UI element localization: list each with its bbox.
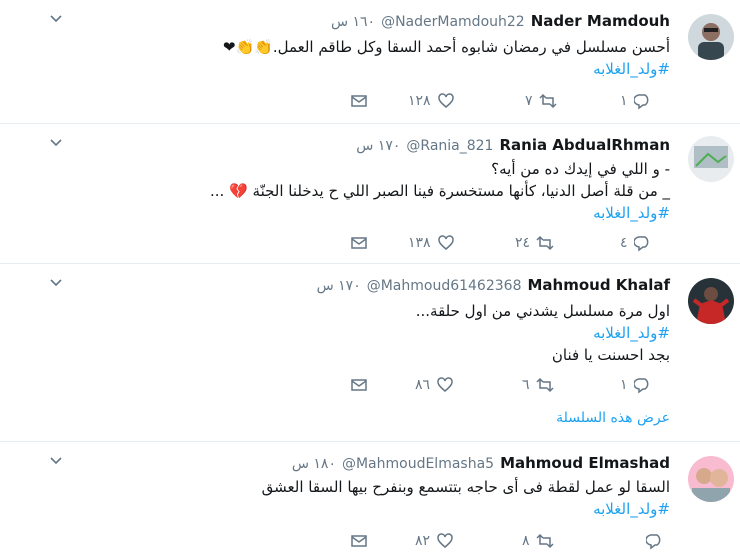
tweet-handle[interactable]: @Rania_821 [406,138,493,154]
tweet-time[interactable]: ١٧٠ س [356,138,400,154]
message-button[interactable] [350,376,368,394]
envelope-icon [351,237,367,249]
retweet-button[interactable]: ٧ [525,92,557,110]
tweet-header: ١٨٠ س @MahmoudElmasha5 Mahmoud Elmashad [292,454,670,472]
avatar[interactable] [688,14,734,60]
reply-button[interactable]: ٤ [620,234,652,252]
reply-button[interactable]: ١ [620,92,652,110]
message-button[interactable] [350,532,368,550]
retweet-icon [539,93,557,109]
tweet-author[interactable]: Mahmoud Elmashad [500,454,670,472]
tweet[interactable]: ١٧٠ س @Rania_821 Rania AbdualRhman - و ا… [0,124,740,264]
tweet-line: أحسن مسلسل في رمضان شابوه أحمد السقا وكل… [272,38,670,56]
tweet-text: - و اللي في إيدك ده من أيه؟ _ من قلة أصل… [110,158,670,224]
chevron-down-icon[interactable] [48,10,64,26]
tweet-actions: ١ ٦ ٨٦ [340,376,680,396]
tweet-actions: ١ ٧ ١٢٨ [340,92,680,112]
retweet-button[interactable]: ٢٤ [515,234,554,252]
tweet[interactable]: ١٦٠ س @NaderMamdouh22 Nader Mamdouh أحسن… [0,0,740,124]
hashtag-link[interactable]: #ولد_الغلابه [110,322,670,344]
reply-icon [646,534,661,550]
reply-button[interactable]: ١ [620,376,652,394]
reply-count: ١ [620,93,628,109]
tweet-text: اول مرة مسلسل يشدني من اول حلقة... #ولد_… [110,300,670,366]
tweet-author[interactable]: Mahmoud Khalaf [527,276,670,294]
chevron-down-icon[interactable] [48,134,64,150]
tweet-time[interactable]: ١٧٠ س [317,278,361,294]
avatar[interactable] [688,278,734,324]
retweet-icon [536,533,554,549]
broken-heart-icon: 💔 ... [210,182,248,200]
hashtag-link[interactable]: #ولد_الغلابه [110,58,670,80]
chevron-down-icon[interactable] [48,274,64,290]
tweet-handle[interactable]: @MahmoudElmasha5 [342,456,494,472]
reply-icon [633,378,648,394]
retweet-count: ٨ [522,533,530,549]
heart-icon [437,235,454,250]
tweet-handle[interactable]: @Mahmoud61462368 [367,278,522,294]
tweet-header: ١٦٠ س @NaderMamdouh22 Nader Mamdouh [331,12,670,30]
tweet-time[interactable]: ١٦٠ س [331,14,375,30]
retweet-button[interactable]: ٦ [522,376,554,394]
tweet-author[interactable]: Nader Mamdouh [531,12,670,30]
heart-icon [437,533,453,548]
tweet-time[interactable]: ١٨٠ س [292,456,336,472]
envelope-icon [351,379,367,391]
envelope-icon [351,535,367,547]
avatar[interactable] [688,456,734,502]
tweet-header: ١٧٠ س @Rania_821 Rania AbdualRhman [356,136,670,154]
retweet-count: ٢٤ [515,235,531,251]
like-button[interactable]: ١٣٨ [408,234,455,252]
tweet-header: ١٧٠ س @Mahmoud61462368 Mahmoud Khalaf [317,276,670,294]
like-count: ١٢٨ [408,93,431,109]
like-count: ٨٦ [415,377,431,393]
tweet-line: السقا لو عمل لقطة فى أى حاجه بتتسمع وبنف… [261,478,670,496]
heart-icon [437,377,453,392]
tweet-text: أحسن مسلسل في رمضان شابوه أحمد السقا وكل… [110,36,670,80]
reply-icon [633,236,648,252]
like-button[interactable]: ١٢٨ [408,92,455,110]
hashtag-link[interactable]: #ولد_الغلابه [110,202,670,224]
like-count: ١٣٨ [408,235,431,251]
like-count: ٨٢ [415,533,431,549]
tweet[interactable]: ١٨٠ س @MahmoudElmasha5 Mahmoud Elmashad … [0,442,740,555]
message-button[interactable] [350,234,368,252]
tweet-line: - و اللي في إيدك ده من أيه؟ [491,160,670,178]
tweet-author[interactable]: Rania AbdualRhman [499,136,670,154]
heart-icon [437,93,454,108]
tweet-handle[interactable]: @NaderMamdouh22 [381,14,525,30]
envelope-icon [351,95,367,107]
chevron-down-icon[interactable] [48,452,64,468]
show-thread-link[interactable]: عرض هذه السلسلة [556,410,670,426]
like-button[interactable]: ٨٢ [415,532,454,550]
tweet-actions: ٨ ٨٢ [340,532,680,552]
retweet-count: ٦ [522,377,530,393]
tweet-actions: ٤ ٢٤ ١٣٨ [340,234,680,254]
tweet-line: بجد احسنت يا فنان [551,346,670,364]
tweet-text: السقا لو عمل لقطة فى أى حاجه بتتسمع وبنف… [110,476,670,520]
timeline-feed: ١٦٠ س @NaderMamdouh22 Nader Mamdouh أحسن… [0,0,740,555]
emoji-icon: 👏👏❤ [222,38,273,56]
retweet-button[interactable]: ٨ [522,532,554,550]
tweet-line: اول مرة مسلسل يشدني من اول حلقة... [415,302,670,320]
tweet[interactable]: ١٧٠ س @Mahmoud61462368 Mahmoud Khalaf او… [0,264,740,442]
reply-icon [633,94,648,110]
avatar[interactable] [688,136,734,182]
reply-count: ١ [620,377,628,393]
hashtag-link[interactable]: #ولد_الغلابه [110,498,670,520]
reply-button[interactable] [640,532,664,550]
like-button[interactable]: ٨٦ [415,376,454,394]
retweet-icon [536,235,554,251]
reply-count: ٤ [620,235,628,251]
retweet-count: ٧ [525,93,533,109]
retweet-icon [536,377,554,393]
tweet-line: _ من قلة أصل الدنيا، كأنها مستخسرة فينا … [252,182,670,200]
message-button[interactable] [350,92,368,110]
